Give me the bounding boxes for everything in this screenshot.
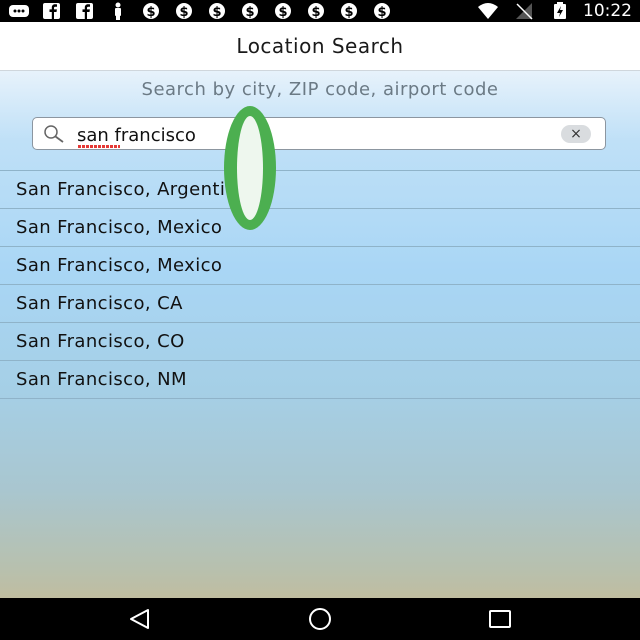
back-icon (130, 609, 149, 629)
dollar-icon: $ (303, 2, 329, 20)
navigation-bar (0, 598, 640, 640)
recents-icon (489, 610, 511, 628)
clock: 10:22 (583, 1, 632, 21)
svg-text:$: $ (146, 5, 155, 20)
facebook-icon (72, 2, 98, 20)
search-hint: Search by city, ZIP code, airport code (141, 79, 499, 100)
svg-text:$: $ (344, 5, 353, 20)
list-item[interactable]: San Francisco, CO (0, 322, 640, 360)
status-bar: $ $ $ $ $ $ $ $ 10:22 (0, 0, 640, 22)
dollar-icon: $ (336, 2, 362, 20)
home-button[interactable] (306, 607, 334, 631)
list-item[interactable]: San Francisco, NM (0, 360, 640, 399)
touch-indicator (224, 106, 276, 230)
dollar-icon: $ (237, 2, 263, 20)
battery-charging-icon (547, 2, 573, 20)
facebook-icon (39, 2, 65, 20)
spellcheck-underline (78, 145, 120, 148)
list-item[interactable]: San Francisco, Mexico (0, 246, 640, 284)
recents-button[interactable] (486, 607, 514, 631)
header: Location Search (0, 22, 640, 71)
results-list: San Francisco, Argentina San Francisco, … (0, 170, 640, 399)
main-content: Search by city, ZIP code, airport code ×… (0, 71, 640, 598)
svg-text:$: $ (245, 5, 254, 20)
back-button[interactable] (126, 607, 154, 631)
close-icon: × (570, 126, 582, 142)
svg-text:$: $ (278, 5, 287, 20)
no-signal-icon (511, 2, 537, 20)
dollar-icon: $ (204, 2, 230, 20)
wifi-icon (475, 2, 501, 20)
dollar-icon: $ (270, 2, 296, 20)
home-icon (309, 608, 331, 630)
svg-text:$: $ (212, 5, 221, 20)
svg-text:$: $ (179, 5, 188, 20)
list-item[interactable]: San Francisco, Mexico (0, 208, 640, 246)
accessibility-icon (105, 2, 131, 20)
search-icon (43, 124, 65, 144)
message-icon (6, 2, 32, 20)
dollar-icon: $ (171, 2, 197, 20)
notification-icons: $ $ $ $ $ $ $ $ (6, 2, 395, 20)
clear-button[interactable]: × (561, 125, 591, 143)
list-item[interactable]: San Francisco, Argentina (0, 170, 640, 208)
svg-text:$: $ (311, 5, 320, 20)
svg-text:$: $ (377, 5, 386, 20)
dollar-icon: $ (369, 2, 395, 20)
system-icons: 10:22 (475, 2, 632, 20)
dollar-icon: $ (138, 2, 164, 20)
search-input[interactable] (77, 123, 537, 147)
page-title: Location Search (236, 34, 404, 58)
list-item[interactable]: San Francisco, CA (0, 284, 640, 322)
search-box[interactable]: × (32, 117, 606, 150)
